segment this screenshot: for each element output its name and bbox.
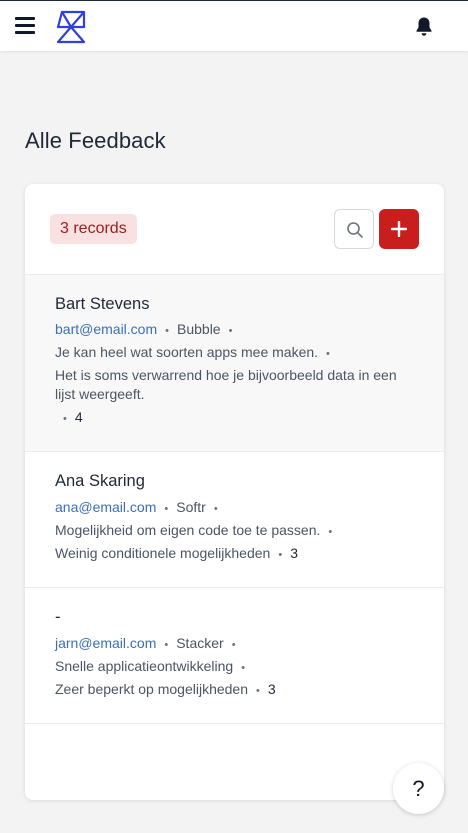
record-positive-line: Mogelijkheid om eigen code toe te passen… <box>55 522 333 538</box>
record-name: Ana Skaring <box>55 472 145 490</box>
record-score: 3 <box>290 545 298 561</box>
search-button[interactable] <box>334 209 374 249</box>
list-item[interactable]: Bart Stevens bart@email.com • Bubble • Je k… <box>25 275 444 452</box>
record-email[interactable]: bart@email.com <box>55 321 157 337</box>
record-positive-line: Je kan heel wat soorten apps mee maken. • <box>55 344 330 360</box>
hamburger-menu-icon[interactable] <box>15 17 35 35</box>
records-count-badge: 3 records <box>50 214 137 244</box>
list-header: 3 records <box>25 184 444 275</box>
list-item[interactable]: - jarn@email.com • Stacker • Snelle applica… <box>25 588 444 724</box>
record-score: 3 <box>267 681 276 697</box>
record-tool: Bubble <box>177 321 221 337</box>
plus-icon <box>391 221 407 237</box>
record-negative: Het is soms verwarrend hoe je bijvoorbee… <box>55 367 397 402</box>
list-item[interactable]: Ana Skaring ana@email.com • Softr • Mogelij… <box>25 452 444 588</box>
record-meta-line: ana@email.com • Softr • <box>55 499 218 515</box>
record-positive: Je kan heel wat soorten apps mee maken. <box>55 344 319 360</box>
record-positive: Mogelijkheid om eigen code toe te passen… <box>55 522 321 538</box>
record-negative-line: Zeer beperkt op mogelijkheden • 3 <box>55 681 276 697</box>
record-positive-line: Snelle applicatieontwikkeling • <box>55 658 246 674</box>
record-tool: Softr <box>176 499 206 515</box>
record-positive: Snelle applicatieontwikkeling <box>55 658 234 674</box>
search-icon <box>347 222 363 238</box>
record-meta-line: jarn@email.com • Stacker • <box>55 635 236 651</box>
record-score-line: • 4 <box>63 409 83 425</box>
page-title: Alle Feedback <box>25 128 166 153</box>
bell-icon[interactable] <box>414 16 434 37</box>
record-name: - <box>55 608 61 626</box>
record-meta-line: bart@email.com • Bubble • <box>55 321 233 337</box>
record-name: Bart Stevens <box>55 295 150 313</box>
record-negative-line: Weinig conditionele mogelijkheden • 3 <box>55 545 298 561</box>
record-email[interactable]: ana@email.com <box>55 499 156 515</box>
record-negative: Weinig conditionele mogelijkheden <box>55 545 271 561</box>
record-score: 4 <box>74 409 83 425</box>
add-record-button[interactable] <box>379 209 419 249</box>
record-email[interactable]: jarn@email.com <box>55 635 156 651</box>
record-tool: Stacker <box>176 635 224 651</box>
feedback-list-card: 3 records Bart Stevens bart@email.com • Bu… <box>25 184 444 800</box>
app-logo-icon[interactable] <box>54 10 88 44</box>
top-bar <box>0 0 468 51</box>
help-button[interactable]: ? <box>393 763 444 814</box>
record-negative: Zeer beperkt op mogelijkheden <box>55 681 249 697</box>
